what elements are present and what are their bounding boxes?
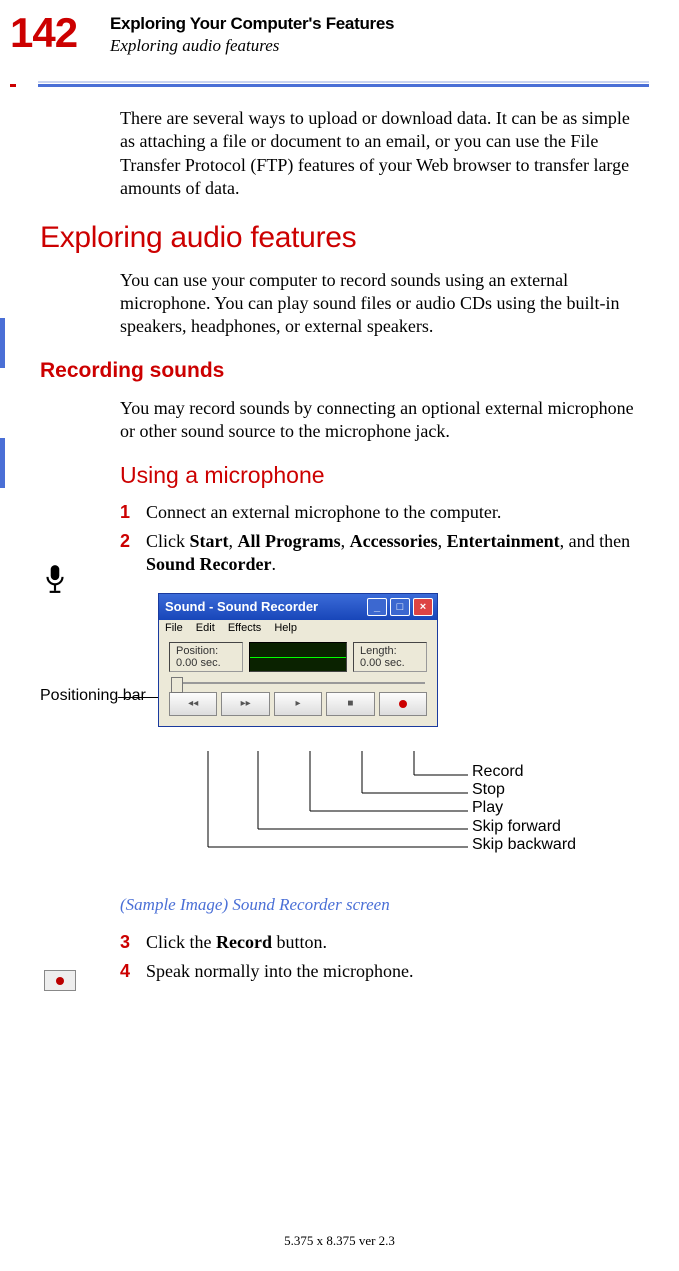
length-field: Length: 0.00 sec. <box>353 642 427 672</box>
step-text: Speak normally into the microphone. <box>146 960 649 983</box>
callout-record: Record <box>472 763 576 781</box>
skip-forward-button[interactable]: ▸▸ <box>221 692 269 716</box>
slider-thumb[interactable] <box>171 677 183 693</box>
step-number: 4 <box>120 960 146 983</box>
minimize-button[interactable]: _ <box>367 598 387 616</box>
heading-recording-sounds: Recording sounds <box>40 359 649 383</box>
step-text: Click Start, All Programs, Accessories, … <box>146 530 649 577</box>
skip-backward-button[interactable]: ◂◂ <box>169 692 217 716</box>
record-button[interactable] <box>379 692 427 716</box>
chapter-title: Exploring Your Computer's Features <box>110 14 649 34</box>
side-marker <box>0 438 5 488</box>
step-3: 3 Click the Record button. <box>120 931 649 954</box>
menu-edit[interactable]: Edit <box>196 622 215 634</box>
sound-recorder-figure: Positioning bar Sound - Sound Recorder _… <box>40 593 649 883</box>
header-rule <box>10 84 649 87</box>
page-footer: 5.375 x 8.375 ver 2.3 <box>0 1233 679 1249</box>
record-button-icon <box>44 970 76 991</box>
close-button[interactable]: × <box>413 598 433 616</box>
play-button[interactable]: ▸ <box>274 692 322 716</box>
position-slider[interactable] <box>171 682 425 684</box>
menu-file[interactable]: File <box>165 622 183 634</box>
position-field: Position: 0.00 sec. <box>169 642 243 672</box>
stop-button[interactable]: ■ <box>326 692 374 716</box>
side-marker <box>0 318 5 368</box>
waveform-display <box>249 642 347 672</box>
step-number: 2 <box>120 530 146 577</box>
positioning-bar-label: Positioning bar <box>40 687 146 705</box>
page-number: 142 <box>10 10 110 54</box>
step-1: 1 Connect an external microphone to the … <box>120 501 649 524</box>
callout-skip-backward: Skip backward <box>472 836 576 854</box>
callout-stop: Stop <box>472 781 576 799</box>
step-number: 1 <box>120 501 146 524</box>
sound-recorder-window: Sound - Sound Recorder _ □ × File Edit E… <box>158 593 438 727</box>
window-title: Sound - Sound Recorder <box>165 599 318 614</box>
step-4: 4 Speak normally into the microphone. <box>120 960 649 983</box>
callout-play: Play <box>472 799 576 817</box>
step-text: Connect an external microphone to the co… <box>146 501 649 524</box>
h2-paragraph: You may record sounds by connecting an o… <box>120 397 649 444</box>
figure-caption: (Sample Image) Sound Recorder screen <box>120 895 649 915</box>
step-2: 2 Click Start, All Programs, Accessories… <box>120 530 649 577</box>
callout-skip-forward: Skip forward <box>472 818 576 836</box>
step-number: 3 <box>120 931 146 954</box>
menu-help[interactable]: Help <box>274 622 297 634</box>
h1-paragraph: You can use your computer to record soun… <box>120 269 649 339</box>
maximize-button[interactable]: □ <box>390 598 410 616</box>
menu-effects[interactable]: Effects <box>228 622 261 634</box>
intro-paragraph: There are several ways to upload or down… <box>120 107 649 201</box>
step-text: Click the Record button. <box>146 931 649 954</box>
titlebar[interactable]: Sound - Sound Recorder _ □ × <box>159 594 437 620</box>
section-title-header: Exploring audio features <box>110 36 649 56</box>
menu-bar[interactable]: File Edit Effects Help <box>159 620 437 636</box>
heading-using-microphone: Using a microphone <box>120 462 649 489</box>
heading-exploring-audio: Exploring audio features <box>40 221 649 255</box>
